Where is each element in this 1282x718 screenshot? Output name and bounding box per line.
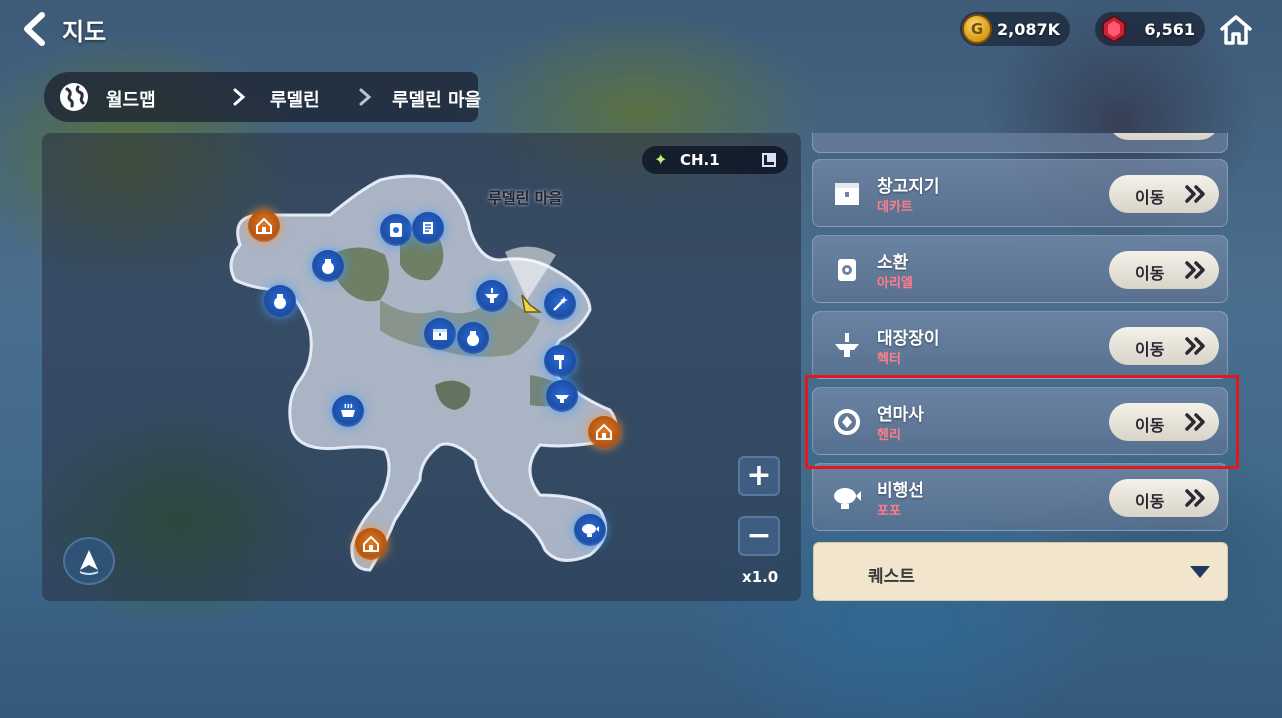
cooking-pot-icon <box>341 403 355 417</box>
sparkle-icon: ✦ <box>654 150 668 169</box>
npc-row-summon[interactable]: 소환 아리엘 이동 <box>812 235 1228 303</box>
shop-marker[interactable] <box>264 285 296 317</box>
portal-marker[interactable] <box>588 416 620 448</box>
house-portal-icon <box>363 535 379 552</box>
npc-list[interactable]: 창고지기 데카트 이동 소환 아리엘 이동 대장장이 헥터 이동 연마사 헨리 … <box>812 133 1228 531</box>
breadcrumb: 월드맵 루델린 루델린 마을 <box>44 72 482 122</box>
shop-marker[interactable] <box>312 250 344 282</box>
move-button-label: 이동 <box>1135 340 1165 359</box>
chevron-right-icon <box>233 88 246 106</box>
breadcrumb-region[interactable]: 루델린 <box>270 86 320 112</box>
breadcrumb-town: 루델린 마을 <box>392 90 482 111</box>
selection-highlight <box>805 375 1239 469</box>
map-area-name: 루델린 마을 <box>488 189 563 207</box>
npc-name: 데카트 <box>877 200 913 215</box>
red-gem-icon <box>1102 14 1126 44</box>
back-button[interactable] <box>18 10 52 48</box>
double-chevron-icon <box>1185 261 1205 279</box>
npc-role: 대장장이 <box>877 329 940 349</box>
home-button[interactable] <box>1218 12 1254 48</box>
zoom-out-button[interactable]: − <box>738 516 780 556</box>
storage-box-icon <box>835 183 859 205</box>
minimap-panel[interactable] <box>42 133 801 601</box>
house-portal-icon <box>256 217 272 234</box>
airship-icon <box>582 524 599 537</box>
summon-scroll-icon <box>390 223 402 237</box>
location-arrow-icon <box>79 550 99 575</box>
home-icon <box>1220 15 1252 45</box>
npc-role: 비행선 <box>877 481 924 501</box>
polisher-marker[interactable] <box>544 288 576 320</box>
chevron-left-icon <box>24 12 45 46</box>
chevron-right-icon <box>359 88 372 106</box>
double-chevron-icon <box>1185 185 1205 203</box>
portal-marker[interactable] <box>355 528 387 560</box>
npc-name: 헥터 <box>877 352 901 367</box>
locate-player-button[interactable] <box>63 537 115 585</box>
move-button[interactable]: 이동 <box>1109 175 1219 213</box>
cooking-marker[interactable] <box>332 395 364 427</box>
npc-role: 소환 <box>877 253 909 273</box>
storage-marker[interactable] <box>424 318 456 350</box>
move-button[interactable] <box>1109 133 1219 140</box>
globe-icon <box>60 83 88 111</box>
npc-row-storage[interactable]: 창고지기 데카트 이동 <box>812 159 1228 227</box>
page-title: 지도 <box>62 18 107 46</box>
anvil-marker[interactable] <box>546 380 578 412</box>
money-bag-icon <box>467 331 479 346</box>
zoom-in-button[interactable]: + <box>738 456 780 496</box>
expand-icon <box>762 153 776 167</box>
quest-dropdown[interactable]: 퀘스트 <box>813 542 1228 601</box>
blacksmith-marker[interactable] <box>544 345 576 377</box>
storage-box-icon <box>433 329 447 340</box>
gem-counter: 6,561 <box>1095 12 1205 46</box>
magic-wand-icon <box>553 296 568 311</box>
house-portal-icon <box>596 423 612 440</box>
npc-row-airship[interactable]: 비행선 포포 이동 <box>812 463 1228 531</box>
move-button-label: 이동 <box>1135 492 1165 511</box>
breadcrumb-world-map[interactable]: 월드맵 <box>106 86 156 112</box>
gold-amount: 2,087K <box>996 19 1060 39</box>
double-chevron-icon <box>1185 337 1205 355</box>
npc-row-blacksmith[interactable]: 대장장이 헥터 이동 <box>812 311 1228 379</box>
gold-counter: G 2,087K <box>960 12 1070 46</box>
zoom-level: x1.0 <box>742 568 779 586</box>
money-bag-icon <box>274 294 286 309</box>
anvil-icon <box>835 333 859 357</box>
double-chevron-icon <box>1185 489 1205 507</box>
hammer-icon <box>554 355 564 369</box>
shop-marker[interactable] <box>457 322 489 354</box>
move-button[interactable]: 이동 <box>1109 327 1219 365</box>
list-item <box>812 133 1228 153</box>
npc-name: 아리엘 <box>877 276 913 291</box>
caret-down-icon <box>1190 566 1210 578</box>
scroll-icon <box>423 222 433 234</box>
npc-name: 포포 <box>877 504 901 519</box>
summon-marker[interactable] <box>380 214 412 246</box>
airship-marker[interactable] <box>574 514 606 546</box>
gold-coin-icon: G <box>962 14 992 44</box>
airship-icon <box>834 488 861 509</box>
quest-label: 퀘스트 <box>868 567 915 587</box>
anvil-icon <box>485 288 499 303</box>
npc-role: 창고지기 <box>877 177 940 197</box>
quest-scroll-marker[interactable] <box>412 212 444 244</box>
money-bag-icon <box>322 259 334 274</box>
anvil-icon <box>555 395 569 403</box>
move-button-label: 이동 <box>1135 188 1165 207</box>
gem-amount: 6,561 <box>1144 19 1195 39</box>
chapter-badge[interactable]: ✦ CH.1 <box>642 146 788 174</box>
portal-marker[interactable] <box>248 210 280 242</box>
move-button-label: 이동 <box>1135 264 1165 283</box>
move-button[interactable]: 이동 <box>1109 479 1219 517</box>
blacksmith-marker[interactable] <box>476 280 508 312</box>
summon-scroll-icon <box>838 259 856 281</box>
move-button[interactable]: 이동 <box>1109 251 1219 289</box>
chapter-label: CH.1 <box>680 151 720 169</box>
